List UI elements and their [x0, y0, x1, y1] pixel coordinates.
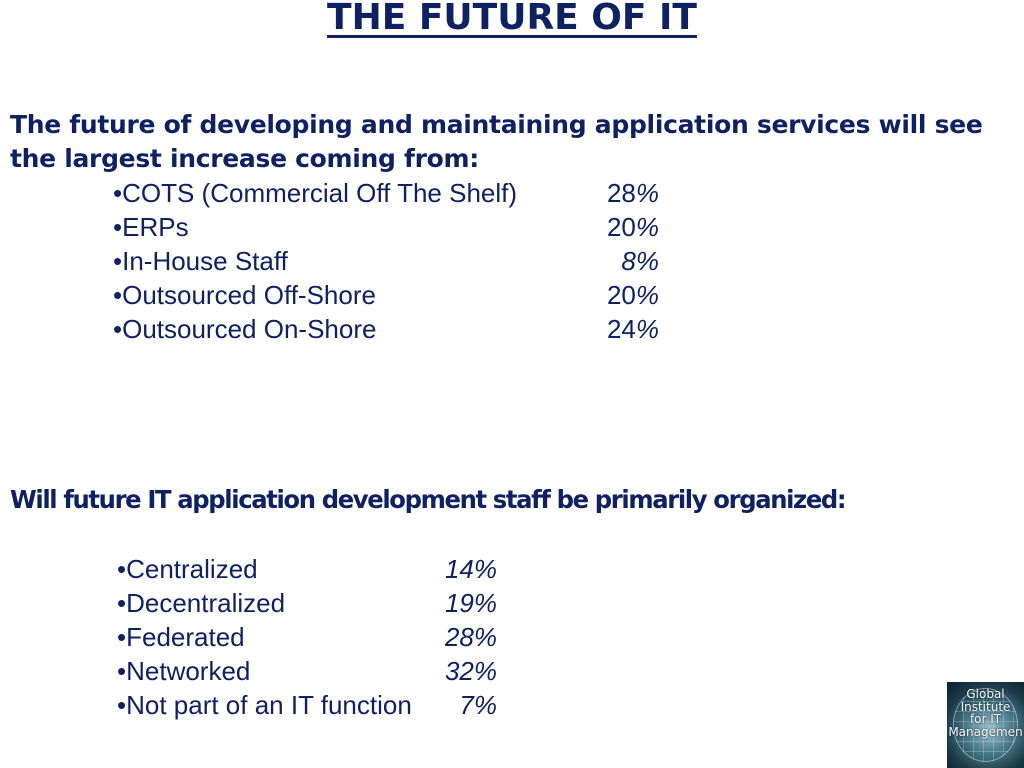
- list-item-value: 8%: [533, 244, 659, 278]
- list-item-value: 28%: [444, 622, 497, 652]
- list-item-value: 24%: [533, 312, 659, 346]
- section1-list: •COTS (Commercial Off The Shelf) 28% •ER…: [113, 176, 659, 346]
- list-item: •In-House Staff 8%: [113, 244, 659, 278]
- value-unit: %: [635, 280, 659, 310]
- value-unit: %: [635, 246, 659, 276]
- list-item-label: •Not part of an IT function: [117, 690, 412, 720]
- value-unit: %: [635, 212, 659, 242]
- value-unit: %: [635, 178, 659, 208]
- value-number: 8: [621, 246, 636, 276]
- list-item: •Outsourced Off-Shore 20%: [113, 278, 659, 312]
- page-title: THE FUTURE OF IT: [0, 0, 1024, 38]
- list-item: •Outsourced On-Shore 24%: [113, 312, 659, 346]
- logo-text: Global Institute for IT Managemen: [947, 688, 1024, 738]
- list-item-value: 19%: [444, 588, 497, 618]
- list-item-value: 14%: [444, 554, 497, 584]
- list-item-label: •Outsourced On-Shore: [113, 314, 377, 344]
- logo-line: for IT: [969, 712, 1002, 726]
- list-item: •ERPs 20%: [113, 210, 659, 244]
- list-item-label: •Federated: [117, 622, 245, 652]
- list-item: •Federated 28%: [117, 620, 497, 654]
- list-item-value: 7%: [459, 690, 497, 720]
- institute-logo: Global Institute for IT Managemen: [947, 682, 1024, 768]
- list-item-label: •Decentralized: [117, 588, 286, 618]
- list-item: •Not part of an IT function 7%: [117, 688, 497, 722]
- list-item-label: •Centralized: [117, 554, 258, 584]
- list-item-value: 20%: [533, 278, 659, 312]
- list-item-value: 28%: [533, 176, 659, 210]
- list-item-label: •Networked: [117, 656, 251, 686]
- section2-list: •Centralized 14% •Decentralized 19% •Fed…: [117, 552, 497, 722]
- list-item-value: 32%: [444, 656, 497, 686]
- section1-heading: The future of developing and maintaining…: [10, 110, 983, 173]
- list-item-label: •In-House Staff: [113, 246, 288, 276]
- value-unit: %: [635, 314, 659, 344]
- list-item-value: 20%: [533, 210, 659, 244]
- list-item: •Centralized 14%: [117, 552, 497, 586]
- logo-line: Global: [966, 687, 1005, 701]
- value-number: 24: [606, 314, 636, 344]
- logo-line: Managemen: [948, 724, 1023, 739]
- list-item-label: •COTS (Commercial Off The Shelf): [113, 178, 518, 208]
- list-item: •Decentralized 19%: [117, 586, 497, 620]
- value-number: 20: [606, 280, 636, 310]
- page-title-text: THE FUTURE OF IT: [327, 0, 697, 38]
- value-number: 28: [606, 178, 636, 208]
- list-item-label: •ERPs: [113, 212, 189, 242]
- list-item: •COTS (Commercial Off The Shelf) 28%: [113, 176, 659, 210]
- value-number: 20: [606, 212, 636, 242]
- section2-heading: Will future IT application development s…: [10, 485, 847, 514]
- list-item-label: •Outsourced Off-Shore: [113, 280, 376, 310]
- list-item: •Networked 32%: [117, 654, 497, 688]
